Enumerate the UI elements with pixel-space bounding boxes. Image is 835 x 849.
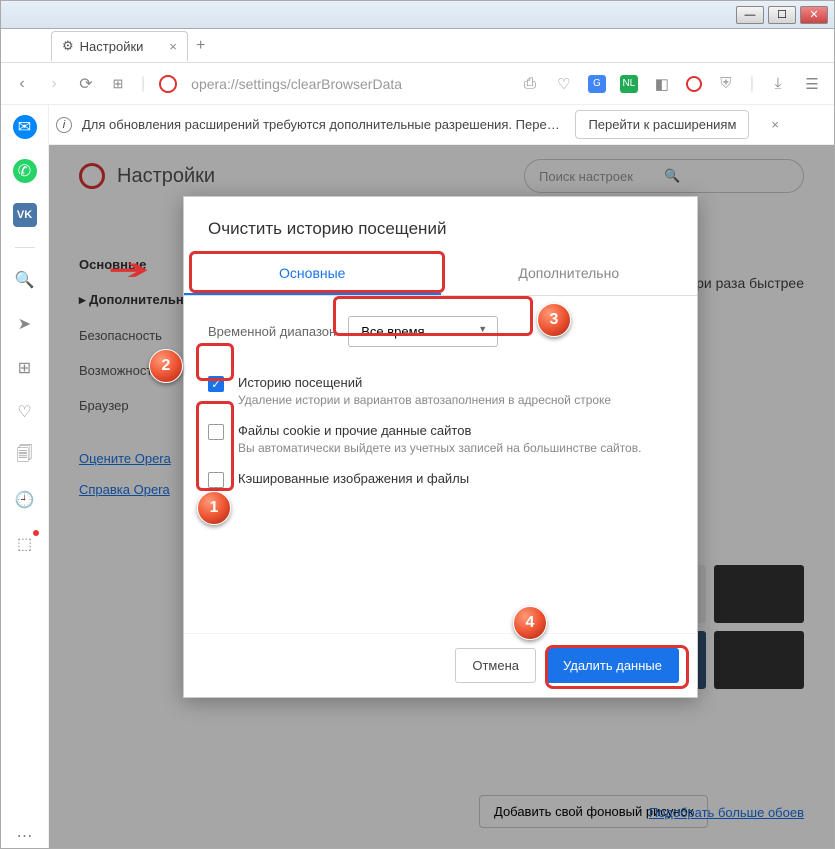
annotation-marker-2: 2 bbox=[149, 349, 183, 383]
tab-advanced[interactable]: Дополнительно bbox=[441, 253, 698, 295]
news-icon[interactable]: 🗐 bbox=[13, 444, 37, 468]
cookies-sublabel: Вы автоматически выйдете из учетных запи… bbox=[238, 441, 641, 455]
easy-setup-icon[interactable]: ☰ bbox=[802, 75, 822, 93]
shield-icon[interactable]: ⛨ bbox=[716, 75, 736, 92]
cache-label: Кэшированные изображения и файлы bbox=[238, 471, 469, 486]
window-titlebar: — ☐ ✕ bbox=[1, 1, 834, 29]
speed-dial-icon[interactable]: ⊞ bbox=[13, 356, 37, 380]
window-close-button[interactable]: ✕ bbox=[800, 6, 828, 24]
notification-bar: i Для обновления расширений требуются до… bbox=[1, 105, 834, 145]
time-range-label: Временной диапазон bbox=[208, 324, 336, 339]
vk-icon[interactable]: VK bbox=[13, 203, 37, 227]
opera-ext-icon[interactable] bbox=[686, 76, 702, 92]
extension-nl-icon[interactable]: NL bbox=[620, 75, 638, 93]
checkbox-cookies[interactable] bbox=[208, 424, 224, 440]
search-icon[interactable]: 🔍 bbox=[13, 268, 37, 292]
checkbox-browsing-history[interactable]: ✓ bbox=[208, 376, 224, 392]
address-bar: ‹ › ⟳ ⊞ | opera://settings/clearBrowserD… bbox=[1, 63, 834, 105]
tab-close-button[interactable]: × bbox=[169, 39, 177, 54]
annotation-marker-3: 3 bbox=[537, 303, 571, 337]
opera-icon bbox=[159, 75, 177, 93]
messenger-sidebar: ✉ ✆ VK 🔍 ➤ ⊞ ♡ 🗐 🕘 ⬚ ⋯ bbox=[1, 105, 49, 848]
info-icon: i bbox=[56, 117, 72, 133]
cancel-button[interactable]: Отмена bbox=[455, 648, 536, 683]
tab-title: Настройки bbox=[80, 39, 144, 54]
download-icon[interactable]: ⤓ bbox=[768, 75, 788, 92]
bookmarks-icon[interactable]: ♡ bbox=[13, 400, 37, 424]
annotation-marker-1: 1 bbox=[197, 491, 231, 525]
time-range-select[interactable]: Все время bbox=[348, 316, 498, 347]
annotation-marker-4: 4 bbox=[513, 606, 547, 640]
whatsapp-icon[interactable]: ✆ bbox=[13, 159, 37, 183]
annotation-arrow: ➔ bbox=[108, 253, 150, 286]
window-minimize-button[interactable]: — bbox=[736, 6, 764, 24]
extension-icon[interactable]: ◧ bbox=[652, 75, 672, 93]
dialog-title: Очистить историю посещений bbox=[184, 197, 697, 253]
tab-settings[interactable]: ⚙ Настройки × bbox=[51, 31, 188, 61]
send-icon[interactable]: ➤ bbox=[13, 312, 37, 336]
checkbox-cache[interactable] bbox=[208, 472, 224, 488]
speed-dial-button[interactable]: ⊞ bbox=[109, 76, 127, 92]
time-range-value: Все время bbox=[361, 324, 424, 339]
cookies-label: Файлы cookie и прочие данные сайтов bbox=[238, 423, 641, 438]
snapshot-icon[interactable]: ⎙ bbox=[520, 75, 540, 92]
sidebar-more-icon[interactable]: ⋯ bbox=[13, 824, 37, 848]
tab-basic[interactable]: Основные bbox=[184, 253, 441, 295]
back-button[interactable]: ‹ bbox=[13, 75, 31, 93]
history-icon[interactable]: 🕘 bbox=[13, 488, 37, 512]
notification-close-button[interactable]: × bbox=[771, 117, 779, 132]
history-sublabel: Удаление истории и вариантов автозаполне… bbox=[238, 393, 611, 407]
clear-browsing-data-dialog: Очистить историю посещений Основные Допо… bbox=[183, 196, 698, 698]
extensions-cube-icon[interactable]: ⬚ bbox=[13, 532, 37, 556]
forward-button[interactable]: › bbox=[45, 75, 63, 93]
notification-text: Для обновления расширений требуются допо… bbox=[82, 117, 565, 132]
window-maximize-button[interactable]: ☐ bbox=[768, 6, 796, 24]
history-label: Историю посещений bbox=[238, 375, 611, 390]
messenger-icon[interactable]: ✉ bbox=[13, 115, 37, 139]
heart-icon[interactable]: ♡ bbox=[554, 75, 574, 93]
url-field[interactable]: opera://settings/clearBrowserData bbox=[191, 76, 402, 92]
translate-extension-icon[interactable]: G bbox=[588, 75, 606, 93]
gear-icon: ⚙ bbox=[62, 38, 74, 54]
browser-tabbar: ⚙ Настройки × + bbox=[1, 29, 834, 63]
reload-button[interactable]: ⟳ bbox=[77, 74, 95, 94]
clear-data-button[interactable]: Удалить данные bbox=[546, 648, 679, 683]
new-tab-button[interactable]: + bbox=[196, 37, 205, 55]
go-to-extensions-button[interactable]: Перейти к расширениям bbox=[575, 110, 749, 139]
